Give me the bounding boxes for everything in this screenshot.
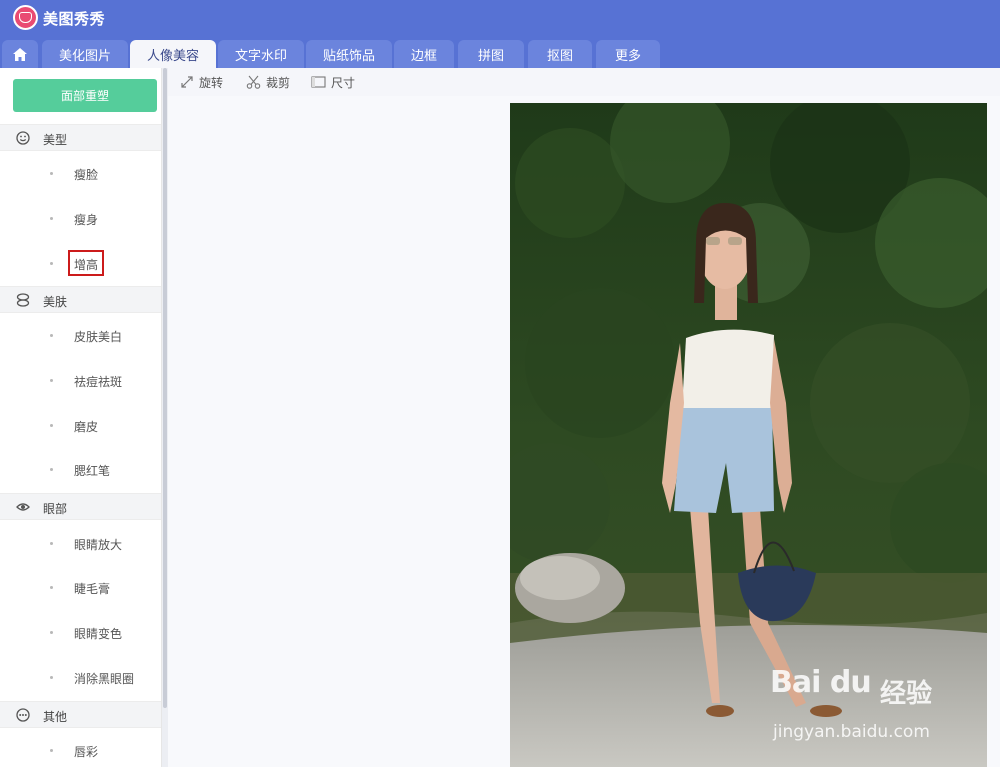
tab-collage[interactable]: 拼图 — [458, 40, 524, 68]
tab-portrait[interactable]: 人像美容 — [130, 40, 216, 68]
sidebar-item-label: 瘦脸 — [74, 168, 99, 182]
more-dots-icon — [16, 708, 30, 722]
skin-drops-icon — [16, 293, 30, 307]
tab-stickers[interactable]: 贴纸饰品 — [306, 40, 392, 68]
sidebar-item-label: 唇彩 — [74, 745, 99, 759]
size-button[interactable]: 尺寸 — [311, 73, 355, 91]
sidebar-item-smoothing[interactable]: 磨皮 — [0, 416, 161, 436]
sidebar-item-label: 消除黑眼圈 — [74, 672, 135, 686]
size-frame-icon — [311, 76, 326, 88]
smile-face-icon — [16, 131, 30, 145]
baidu-watermark-cn: 经验 — [880, 679, 933, 709]
baidu-watermark-url: jingyan.baidu.com — [773, 722, 930, 742]
bullet-dot — [50, 217, 53, 220]
bullet-dot — [50, 749, 53, 752]
tab-text-watermark[interactable]: 文字水印 — [218, 40, 304, 68]
sidebar-item-label: 瘦身 — [74, 213, 99, 227]
tab-cutout[interactable]: 抠图 — [528, 40, 592, 68]
bullet-dot — [50, 468, 53, 471]
sidebar-item-label: 磨皮 — [74, 420, 99, 434]
section-label: 美型 — [43, 133, 68, 147]
sidebar-item-lip-color[interactable]: 唇彩 — [0, 741, 161, 761]
sidebar-item-heighten[interactable]: 增高 — [0, 250, 161, 276]
sidebar-item-label: 眼睛放大 — [74, 538, 123, 552]
sidebar-item-label: 眼睛变色 — [74, 627, 123, 641]
sidebar-item-label: 祛痘祛斑 — [74, 375, 123, 389]
app-logo-icon — [13, 5, 38, 30]
tab-beautify[interactable]: 美化图片 — [42, 40, 128, 68]
bullet-dot — [50, 379, 53, 382]
tab-bar: 美化图片 人像美容 文字水印 贴纸饰品 边框 拼图 抠图 更多 — [0, 38, 1000, 68]
sidebar-item-dark-circles[interactable]: 消除黑眼圈 — [0, 668, 161, 688]
bullet-dot — [50, 334, 53, 337]
sidebar-item-mascara[interactable]: 睫毛膏 — [0, 578, 161, 598]
sidebar-item-slim-body[interactable]: 瘦身 — [0, 209, 161, 229]
crop-button[interactable]: 裁剪 — [246, 73, 290, 91]
section-shape[interactable]: 美型 — [0, 124, 161, 151]
portrait-image — [510, 103, 987, 767]
sidebar-item-label: 睫毛膏 — [74, 582, 111, 596]
sidebar-item-eye-color[interactable]: 眼睛变色 — [0, 623, 161, 643]
portrait-photo[interactable] — [510, 103, 987, 767]
sidebar-item-label: 增高 — [74, 258, 99, 272]
sidebar-item-eye-enlarge[interactable]: 眼睛放大 — [0, 534, 161, 554]
rotate-button[interactable]: 旋转 — [180, 73, 223, 91]
sidebar: 面部重塑 美型 瘦脸 瘦身 增高 美肤 皮肤美白 祛痘祛斑 磨皮 腮红笔 眼部 … — [0, 68, 162, 767]
baidu-watermark-logo: Bai du — [770, 665, 872, 700]
section-other[interactable]: 其他 — [0, 701, 161, 728]
tab-more[interactable]: 更多 — [596, 40, 660, 68]
sidebar-item-slim-face[interactable]: 瘦脸 — [0, 164, 161, 184]
sidebar-item-skin-whitening[interactable]: 皮肤美白 — [0, 326, 161, 346]
crop-label: 裁剪 — [266, 75, 291, 90]
bullet-dot — [50, 631, 53, 634]
sidebar-item-blush-pen[interactable]: 腮红笔 — [0, 460, 161, 480]
app-title: 美图秀秀 — [43, 10, 106, 28]
rotate-label: 旋转 — [199, 75, 224, 90]
scrollbar-thumb[interactable] — [163, 68, 167, 708]
home-icon — [13, 47, 27, 61]
section-eyes[interactable]: 眼部 — [0, 493, 161, 520]
tab-home[interactable] — [2, 40, 38, 68]
face-reshape-button[interactable]: 面部重塑 — [13, 79, 157, 112]
rotate-icon — [181, 76, 193, 88]
bullet-dot — [50, 542, 53, 545]
bullet-dot — [50, 172, 53, 175]
tab-frames[interactable]: 边框 — [394, 40, 454, 68]
bullet-dot — [50, 424, 53, 427]
sidebar-item-acne-removal[interactable]: 祛痘祛斑 — [0, 371, 161, 391]
title-bar: 美图秀秀 — [0, 0, 1000, 38]
size-label: 尺寸 — [331, 75, 356, 90]
section-label: 其他 — [43, 710, 68, 724]
sidebar-item-label: 腮红笔 — [74, 464, 111, 478]
eye-icon — [16, 503, 30, 511]
section-skin[interactable]: 美肤 — [0, 286, 161, 313]
section-label: 美肤 — [43, 295, 68, 309]
bullet-dot — [50, 586, 53, 589]
sidebar-item-label: 皮肤美白 — [74, 330, 123, 344]
bullet-dot — [50, 676, 53, 679]
section-label: 眼部 — [43, 502, 68, 516]
scissors-icon — [246, 75, 261, 89]
bullet-dot — [50, 262, 53, 265]
